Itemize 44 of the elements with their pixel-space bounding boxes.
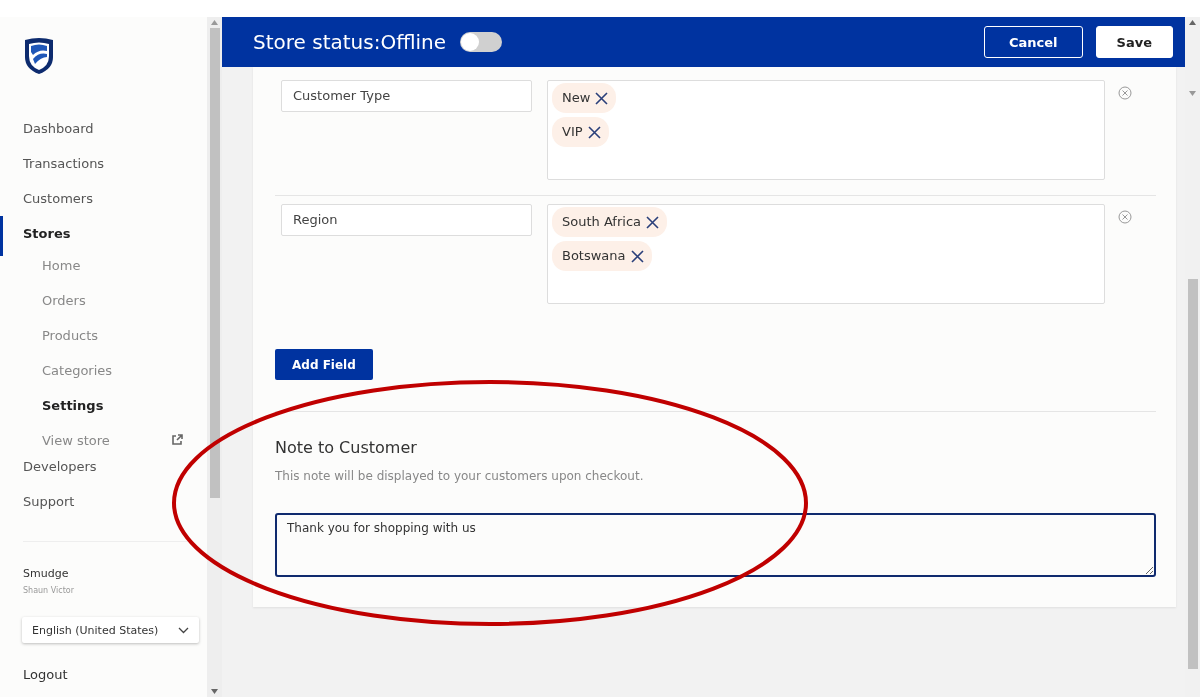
remove-circle-icon[interactable] [1118,86,1132,100]
scrollbar[interactable] [1185,17,1200,697]
tag-label: VIP [562,123,583,141]
arrow-up-icon[interactable] [1189,20,1196,25]
user-name: Shaun Victor [23,586,75,595]
sidebar-subitem[interactable]: Products [0,326,99,346]
sidebar-item[interactable]: Developers [0,457,207,492]
sidebar-item[interactable]: Transactions [0,154,207,189]
sidebar-subitem[interactable]: Home [0,256,81,276]
store-name: Smudge [23,567,70,580]
tag-label: Botswana [562,247,626,265]
close-icon[interactable] [630,249,644,263]
sidebar-subitem[interactable]: View store [0,431,110,451]
section-title: Note to Customer [275,438,418,457]
language-dropdown[interactable]: English (United States) [22,617,199,643]
arrow-down-icon[interactable] [211,689,218,694]
scrollbar[interactable] [207,17,222,697]
sidebar-subitem[interactable]: Categories [0,361,113,381]
close-icon[interactable] [646,215,659,229]
sidebar-subitem[interactable]: Settings [0,396,104,416]
field-name-input[interactable]: Customer Type [281,80,532,112]
tag-input-box[interactable]: South Africa Botswana [547,204,1105,304]
note-field[interactable]: Thank you for shopping with us [275,513,1156,577]
close-icon[interactable] [595,91,609,105]
tag-input-box[interactable]: New VIP [547,80,1105,180]
tag-label: South Africa [562,213,641,231]
sidebar-item[interactable]: Dashboard [0,119,207,154]
save-button[interactable]: Save [1095,26,1173,58]
sidebar-item[interactable]: Support [0,492,207,523]
chevron-down-icon [178,626,189,634]
remove-circle-icon[interactable] [1118,210,1132,224]
arrow-down-icon[interactable] [1189,91,1196,96]
store-status-title: Store status:Offline [253,30,447,54]
shield-logo-icon [23,37,55,75]
close-icon[interactable] [587,125,601,139]
external-link-icon [171,434,183,446]
field-name-input[interactable]: Region [281,204,532,236]
cancel-button[interactable]: Cancel [984,26,1083,58]
logout-link[interactable]: Logout [23,667,207,682]
tag-label: New [562,89,591,107]
section-description: This note will be displayed to your customers upon checkout. [275,469,645,483]
sidebar-subitem[interactable]: Orders [0,291,86,311]
add-field-button[interactable]: Add Field [275,349,373,380]
status-toggle[interactable] [460,32,503,52]
